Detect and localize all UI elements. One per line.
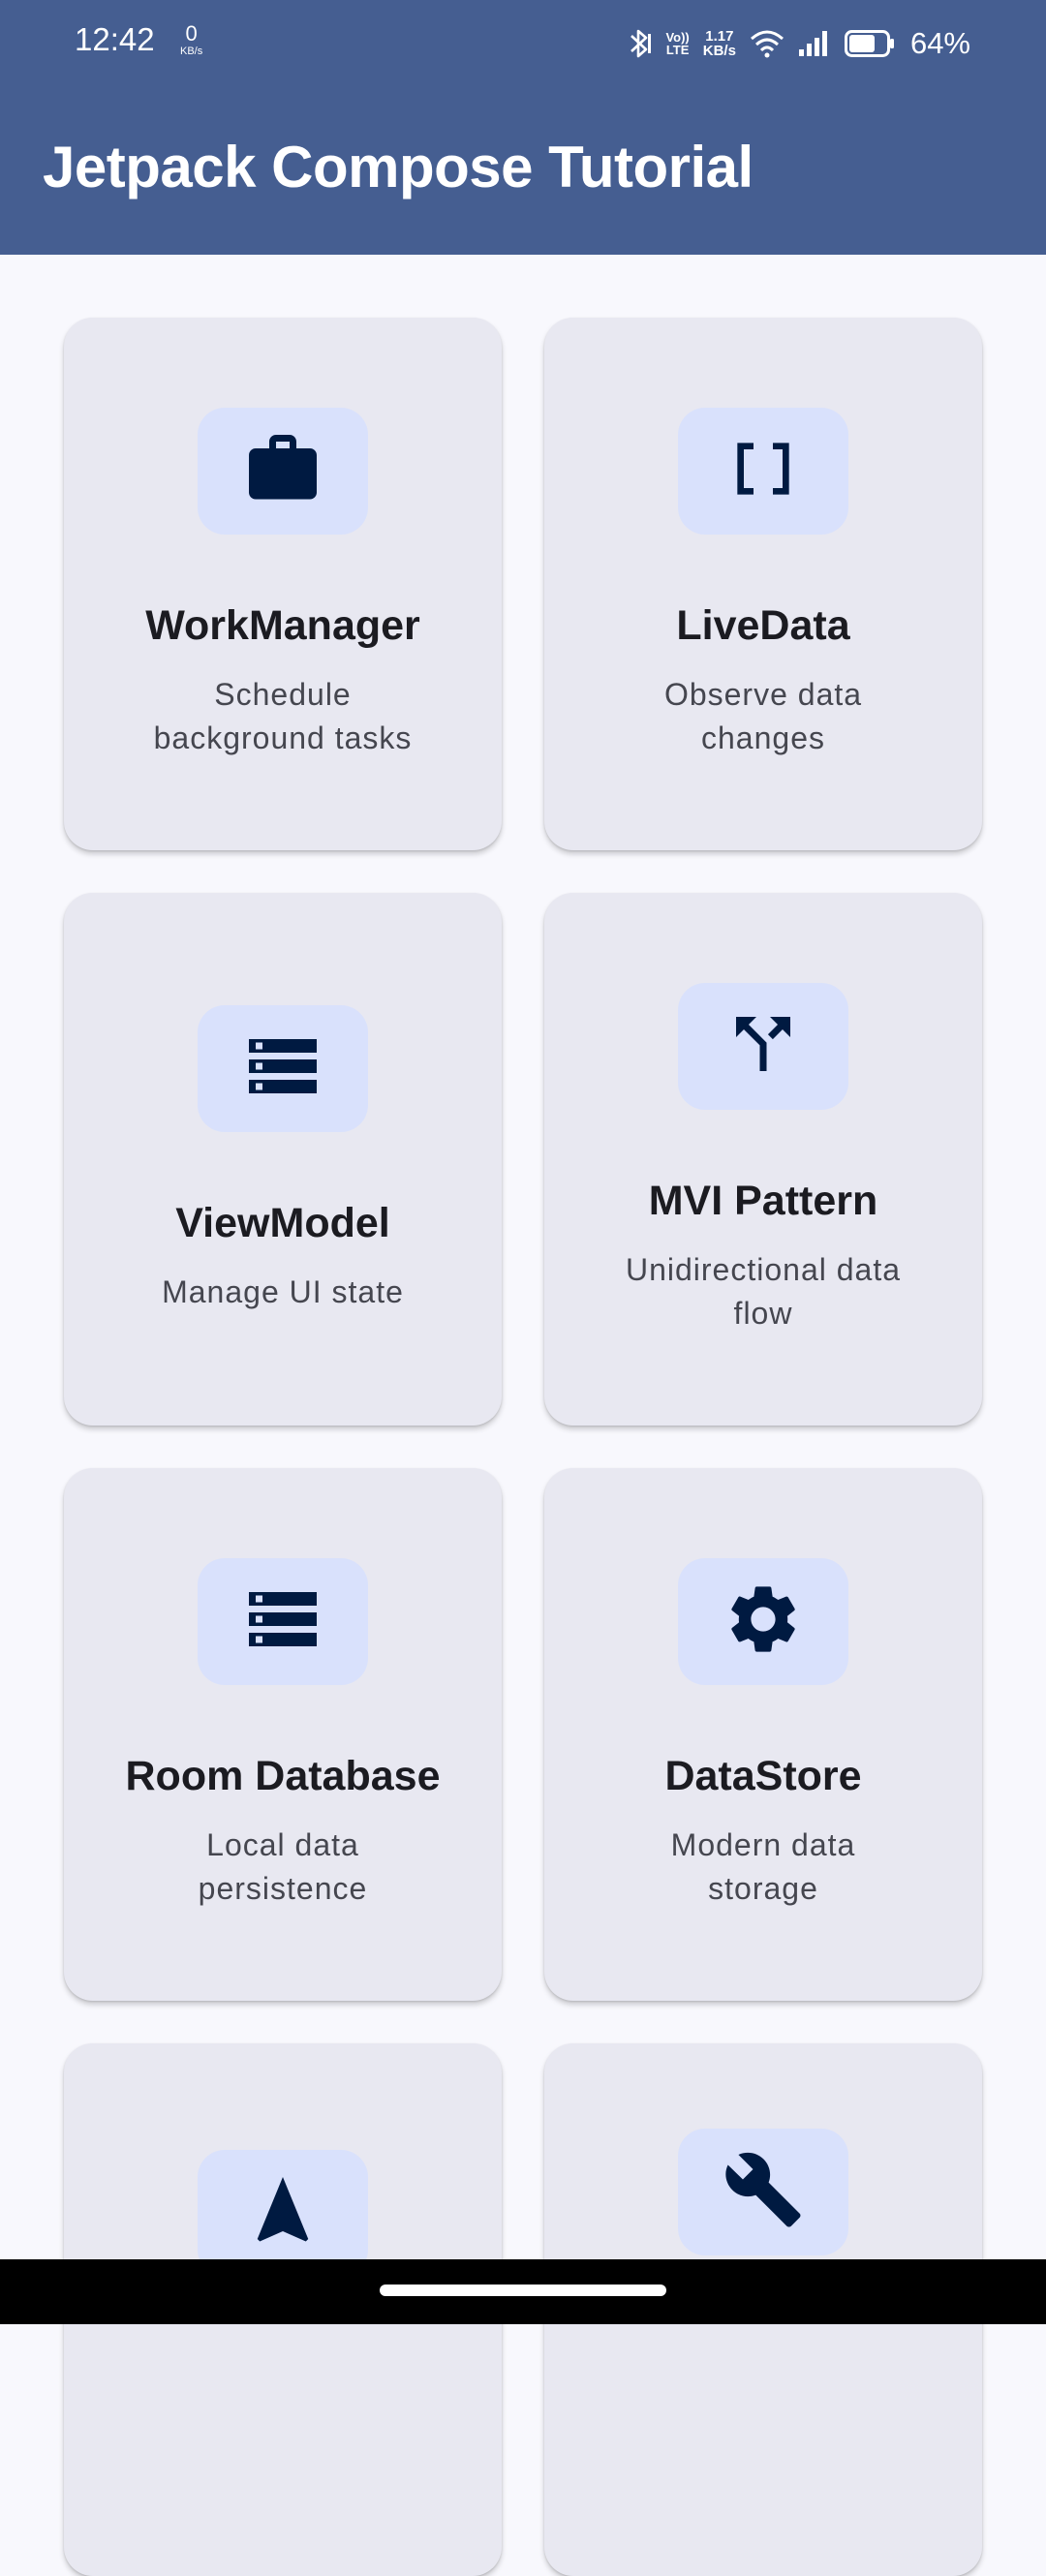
top-app-bar: 12:42 0 KB/s Vo)) LTE 1.17 KB/s 64% Jetp… [0, 0, 1046, 255]
bluetooth-icon [627, 26, 652, 61]
card-icon-container [678, 2129, 848, 2255]
card-viewmodel[interactable]: ViewModel Manage UI state [64, 893, 502, 1426]
data-speed-value: 0 [185, 21, 198, 46]
card-description: Modern data storage [670, 1827, 856, 1906]
card-description: Manage UI state [162, 1273, 404, 1309]
card-title: WorkManager [145, 602, 420, 649]
card-workmanager[interactable]: WorkManager Schedule background tasks [64, 318, 502, 850]
wifi-icon [750, 29, 784, 58]
card-title: MVI Pattern [648, 1178, 878, 1224]
network-speed: 1.17 KB/s [703, 29, 736, 58]
signal-icon [798, 29, 831, 58]
card-icon-container [198, 1558, 368, 1685]
card-title: Room Database [125, 1753, 441, 1799]
card-livedata[interactable]: LiveData Observe data changes [544, 318, 982, 850]
card-description: Unidirectional data flow [625, 1252, 902, 1331]
card-description: Local data persistence [198, 1827, 368, 1906]
status-icons: Vo)) LTE 1.17 KB/s 64% [627, 21, 970, 66]
card-icon-container [198, 2150, 368, 2277]
card-icon-container [678, 983, 848, 1110]
card-title: ViewModel [175, 1199, 390, 1246]
status-data-speed: 0 KB/s [180, 23, 202, 57]
system-navigation-bar [0, 2259, 1046, 2324]
data-speed-unit: KB/s [180, 46, 203, 57]
app-title: Jetpack Compose Tutorial [43, 135, 754, 199]
gear-icon [723, 1579, 804, 1665]
battery-icon [844, 30, 895, 57]
card-room-database[interactable]: Room Database Local data persistence [64, 1468, 502, 2001]
fork-arrow-icon [723, 1003, 804, 1089]
volte-icon: Vo)) LTE [665, 31, 689, 56]
navigation-arrow-icon [242, 2170, 323, 2256]
card-title: DataStore [664, 1753, 862, 1799]
card-datastore[interactable]: DataStore Modern data storage [544, 1468, 982, 2001]
card-description: Schedule background tasks [153, 677, 413, 755]
list-storage-icon [242, 1579, 323, 1665]
network-speed-unit: KB/s [702, 43, 736, 59]
card-icon-container [678, 1558, 848, 1685]
card-title: LiveData [676, 602, 850, 649]
status-bar: 12:42 0 KB/s Vo)) LTE 1.17 KB/s 64% [0, 0, 1046, 87]
volte-bottom: LTE [665, 43, 690, 57]
card-mvi-pattern[interactable]: MVI Pattern Unidirectional data flow [544, 893, 982, 1426]
list-storage-icon [242, 1026, 323, 1112]
card-icon-container [198, 408, 368, 535]
card-icon-container [678, 408, 848, 535]
status-time: 12:42 [75, 21, 155, 57]
home-gesture-handle[interactable] [380, 2285, 666, 2296]
card-icon-container [198, 1004, 368, 1132]
battery-percent: 64% [909, 26, 970, 60]
briefcase-icon [242, 428, 323, 514]
card-description: Observe data changes [663, 677, 863, 755]
data-array-icon [724, 430, 802, 512]
wrench-icon [723, 2149, 804, 2235]
